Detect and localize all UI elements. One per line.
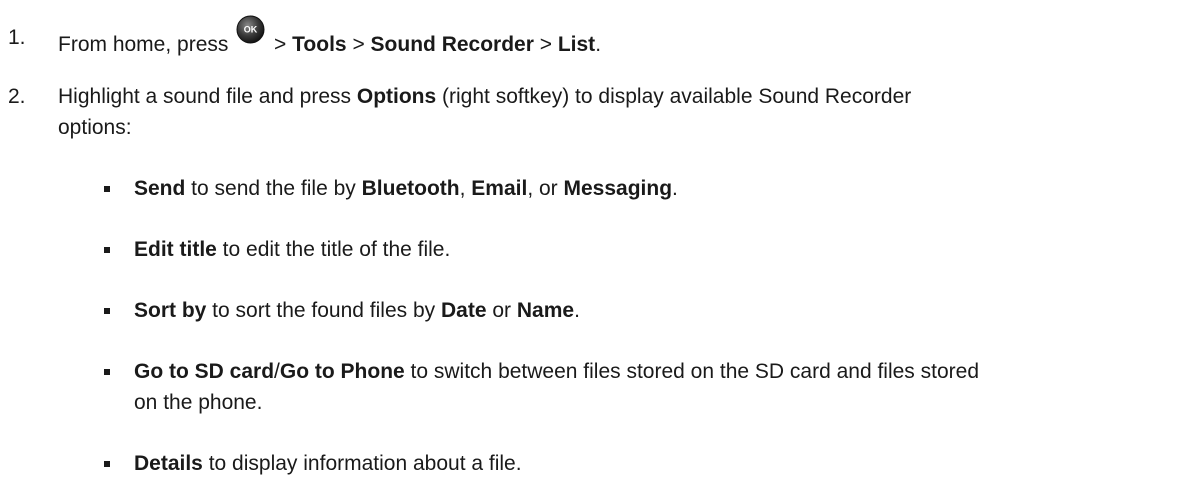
option-text: Edit title to edit the title of the file… (134, 237, 450, 263)
option-bluetooth: Bluetooth (361, 177, 460, 200)
option-text: on the phone. (134, 391, 263, 414)
period: . (595, 33, 602, 56)
option-text: Sort by to sort the found files by Date … (134, 298, 580, 324)
separator: > (346, 33, 371, 56)
menu-tools: Tools (292, 33, 347, 56)
ok-button-icon: OK (236, 15, 265, 54)
option-name: Name (516, 299, 575, 322)
option-messaging: Messaging (563, 177, 673, 200)
option-sep: , or (527, 177, 564, 200)
ok-icon-label: OK (244, 25, 258, 35)
option-desc: to sort the found files by (206, 299, 441, 322)
option-text: Send to send the file by Bluetooth, Emai… (134, 176, 678, 202)
bullet-icon (104, 461, 110, 467)
period: . (672, 177, 678, 200)
option-title: Go to SD card (134, 360, 275, 383)
option-sep: or (486, 299, 517, 322)
option-desc: to switch between files stored on the SD… (404, 360, 980, 383)
step-1-text: From home, press (58, 33, 235, 56)
step-text: From home, press OK > Tools > Sound Reco… (58, 15, 602, 58)
bullet-icon (104, 308, 110, 314)
option-title: Sort by (134, 299, 207, 322)
step-2-text: Highlight a sound file and press (58, 85, 357, 108)
step-2-text-cont: (right softkey) to display available Sou… (436, 85, 912, 108)
option-desc: to send the file by (185, 177, 362, 200)
bullet-icon (104, 247, 110, 253)
option-desc: to edit the title of the file. (216, 238, 451, 261)
options-label: Options (356, 85, 437, 108)
bullet-icon (104, 186, 110, 192)
option-title: Send (134, 177, 186, 200)
separator: > (533, 33, 558, 56)
option-email: Email (471, 177, 528, 200)
menu-list: List (557, 33, 596, 56)
option-text: Details to display information about a f… (134, 451, 522, 477)
option-title: Details (134, 452, 203, 475)
menu-sound-recorder: Sound Recorder (370, 33, 534, 56)
option-title-2: Go to Phone (279, 360, 405, 383)
option-desc: to display information about a file. (202, 452, 522, 475)
option-text: Go to SD card/Go to Phone to switch betw… (134, 359, 979, 385)
option-title: Edit title (134, 238, 217, 261)
step-text: Highlight a sound file and press Options… (58, 84, 911, 110)
separator: > (268, 33, 293, 56)
step-text: options: (58, 116, 132, 139)
option-sep: , (459, 177, 472, 200)
option-date: Date (440, 299, 487, 322)
step-number: 2. (8, 85, 26, 108)
period: . (574, 299, 580, 322)
step-number: 1. (8, 26, 26, 49)
bullet-icon (104, 369, 110, 375)
